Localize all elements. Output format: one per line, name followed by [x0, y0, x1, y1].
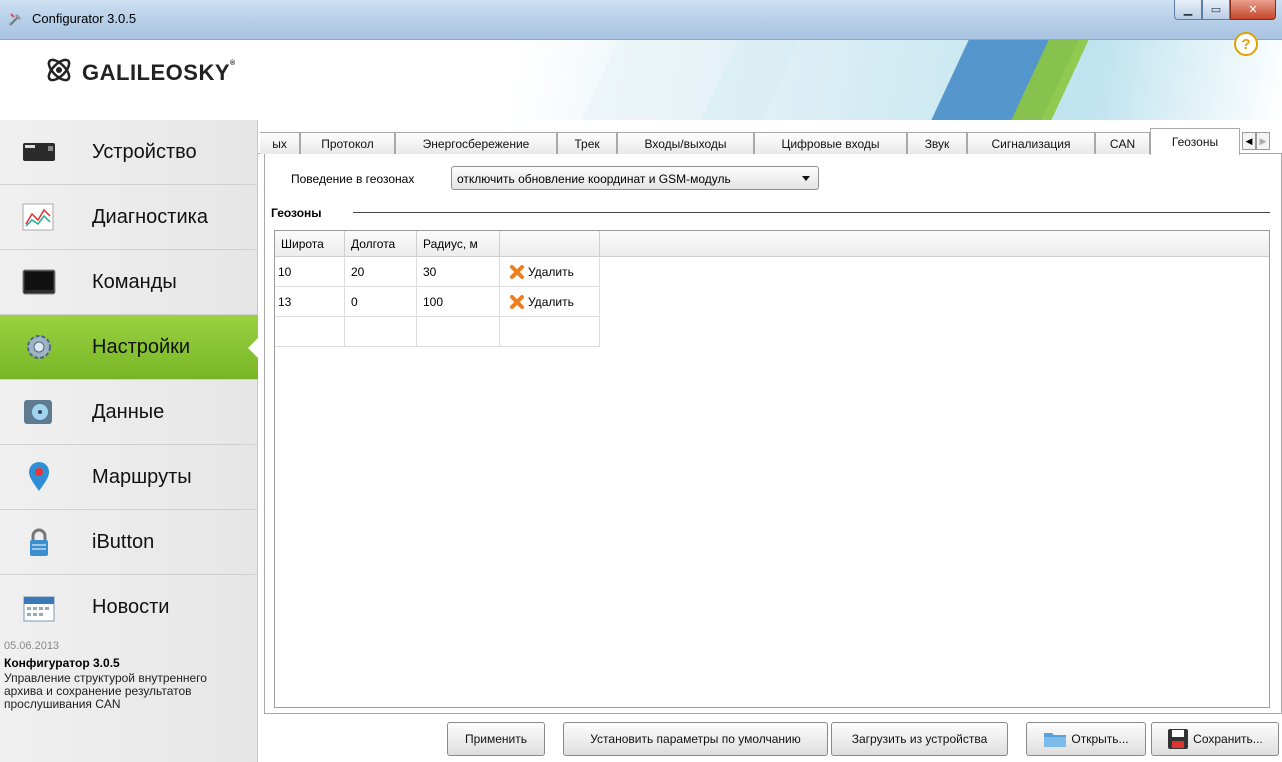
sidebar-item-commands[interactable]: Команды [0, 250, 258, 315]
window-title: Configurator 3.0.5 [32, 11, 137, 26]
cell-action: Удалить [500, 257, 600, 287]
tab-can[interactable]: CAN [1095, 132, 1150, 154]
delete-row-button[interactable]: Удалить [500, 264, 574, 279]
data-icon [24, 400, 52, 424]
tab-inputs-outputs[interactable]: Входы/выходы [617, 132, 754, 154]
news-date: 05.06.2013 [4, 640, 60, 652]
column-header-radius[interactable]: Радиус, м [417, 231, 500, 257]
chevron-down-icon [802, 176, 810, 181]
sidebar-item-data[interactable]: Данные [0, 380, 258, 445]
maximize-icon: ▭ [1210, 4, 1222, 16]
map-pin-icon [29, 462, 49, 491]
geozone-behavior-value: отключить обновление координат и GSM-мод… [457, 172, 731, 186]
load-from-device-button[interactable]: Загрузить из устройства [831, 722, 1008, 756]
cell-longitude[interactable]: 0 [345, 287, 417, 317]
calendar-icon [23, 596, 55, 621]
floppy-disk-icon [1168, 729, 1189, 749]
close-button[interactable]: ✕ [1230, 0, 1276, 20]
cell-latitude[interactable]: 13 [275, 287, 345, 317]
delete-icon [510, 294, 524, 309]
help-icon[interactable]: ? [1234, 32, 1258, 56]
open-button[interactable]: Открыть... [1026, 722, 1146, 756]
geozone-behavior-label: Поведение в геозонах [291, 172, 415, 186]
save-label: Сохранить... [1193, 732, 1263, 746]
app-icon [9, 13, 21, 26]
delete-row-button[interactable]: Удалить [500, 294, 574, 309]
tab-sound[interactable]: Звук [907, 132, 967, 154]
close-icon: ✕ [1248, 4, 1258, 16]
sidebar-item-device[interactable]: Устройство [0, 120, 258, 185]
column-header-actions [500, 231, 600, 257]
active-indicator [248, 337, 259, 359]
brand-logo: GALILEOSKY® [82, 60, 236, 85]
minimize-button[interactable]: ▁ [1174, 0, 1202, 20]
sidebar-item-label: Устройство [92, 140, 197, 163]
open-label: Открыть... [1071, 732, 1129, 746]
settings-tab-bar: ых Протокол Энергосбережение Трек Входы/… [258, 128, 1282, 155]
lock-icon [30, 528, 48, 556]
cell-latitude[interactable]: 10 [275, 257, 345, 287]
column-header-latitude[interactable]: Широта [275, 231, 345, 257]
maximize-button[interactable]: ▭ [1202, 0, 1230, 20]
minimize-icon: ▁ [1183, 4, 1193, 16]
set-defaults-button[interactable]: Установить параметры по умолчанию [563, 722, 828, 756]
news-title[interactable]: Конфигуратор 3.0.5 [4, 656, 120, 670]
new-row-action [500, 317, 600, 347]
sidebar-item-diagnostics[interactable]: Диагностика [0, 185, 258, 250]
group-divider [353, 212, 1270, 213]
geozones-group-title: Геозоны [271, 206, 322, 220]
sidebar-item-label: Данные [92, 400, 165, 423]
cell-radius[interactable]: 30 [417, 257, 500, 287]
tab-track[interactable]: Трек [557, 132, 617, 154]
sidebar-item-ibutton[interactable]: iButton [0, 510, 258, 575]
new-row-latitude[interactable] [275, 317, 345, 347]
sidebar-item-label: iButton [92, 530, 155, 553]
sidebar-item-routes[interactable]: Маршруты [0, 445, 258, 510]
device-icon [23, 143, 55, 161]
tab-scroll-right-icon[interactable]: ▶ [1256, 132, 1270, 150]
news-text: Управление структурой внутреннего архива… [4, 671, 207, 711]
folder-icon [1044, 733, 1067, 747]
sidebar-item-label: Маршруты [92, 465, 192, 488]
geozone-behavior-select[interactable]: отключить обновление координат и GSM-мод… [451, 166, 819, 190]
tab-digital-inputs[interactable]: Цифровые входы [754, 132, 907, 154]
gear-icon [27, 335, 51, 359]
save-button[interactable]: Сохранить... [1151, 722, 1279, 756]
tab-power-saving[interactable]: Энергосбережение [395, 132, 557, 154]
cell-longitude[interactable]: 20 [345, 257, 417, 287]
diagnostics-icon [22, 203, 54, 231]
cell-action: Удалить [500, 287, 600, 317]
delete-icon [510, 264, 524, 279]
tab-alarm[interactable]: Сигнализация [967, 132, 1095, 154]
sidebar-item-label: Настройки [92, 335, 191, 358]
sidebar: Устройство Диагностика Команды Настройки… [0, 120, 259, 762]
sidebar-item-news[interactable]: Новости [0, 575, 258, 640]
column-header-longitude[interactable]: Долгота [345, 231, 417, 257]
tab-partial[interactable]: ых [260, 132, 300, 154]
tab-protocol[interactable]: Протокол [300, 132, 395, 154]
cell-radius[interactable]: 100 [417, 287, 500, 317]
new-row-radius[interactable] [417, 317, 500, 347]
apply-button[interactable]: Применить [447, 722, 545, 756]
console-icon [22, 269, 56, 295]
delete-label: Удалить [528, 294, 574, 309]
sidebar-item-settings[interactable]: Настройки [0, 315, 259, 380]
column-header-filler [600, 231, 1269, 257]
tab-geozones[interactable]: Геозоны [1150, 128, 1240, 155]
tab-scroll-left-icon[interactable]: ◀ [1242, 132, 1256, 150]
new-row-longitude[interactable] [345, 317, 417, 347]
geozones-table: Широта Долгота Радиус, м 10 20 30 Удалит… [274, 230, 1270, 708]
galileosky-logo-icon [47, 58, 71, 82]
app-header: GALILEOSKY® [0, 40, 1282, 120]
delete-label: Удалить [528, 264, 574, 279]
sidebar-item-label: Новости [92, 596, 170, 618]
title-bar: Configurator 3.0.5 ▁ ▭ ✕ [0, 0, 1282, 40]
sidebar-item-label: Команды [92, 270, 177, 293]
sidebar-item-label: Диагностика [92, 205, 208, 228]
